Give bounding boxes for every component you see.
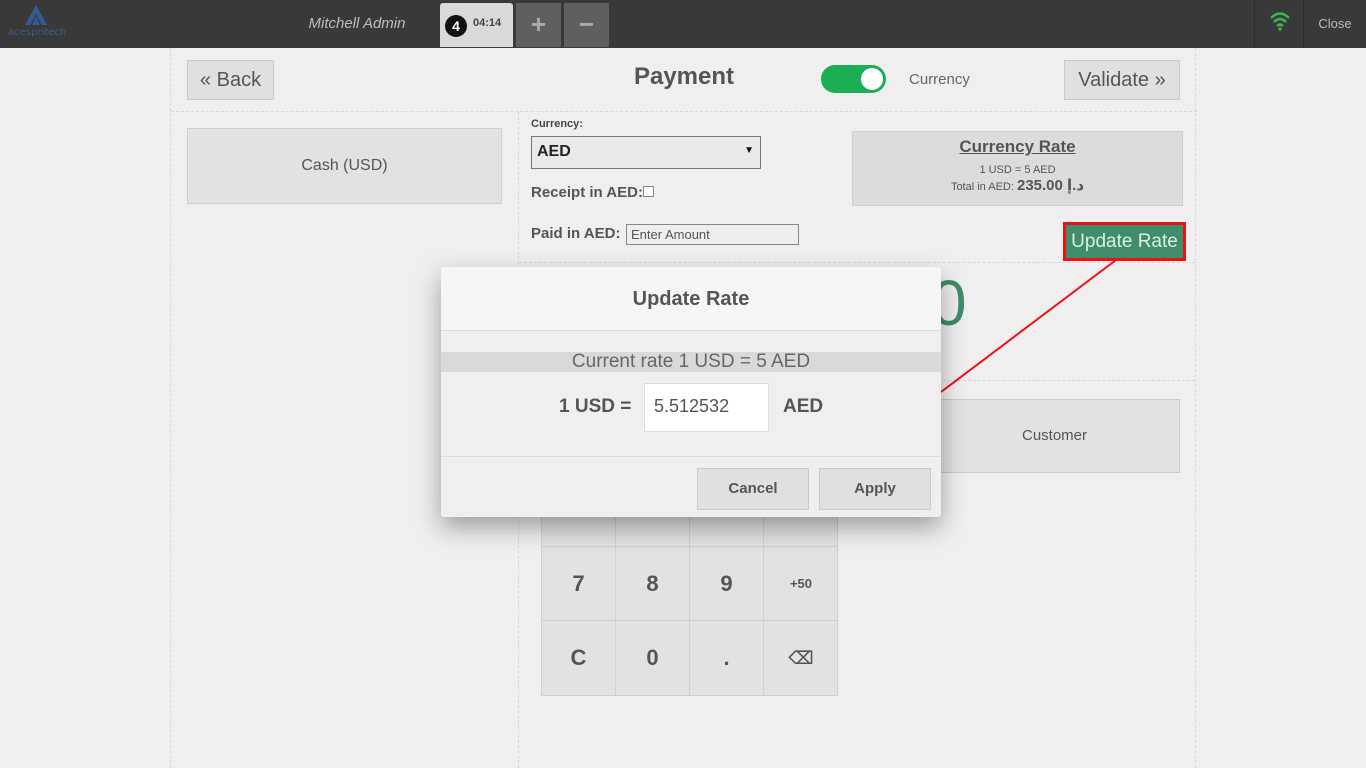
order-number-badge: 4 bbox=[445, 15, 467, 37]
dialog-footer: Cancel Apply bbox=[441, 456, 941, 517]
apply-button[interactable]: Apply bbox=[819, 468, 931, 510]
logo-icon bbox=[25, 5, 47, 25]
validate-button[interactable]: Validate » bbox=[1064, 60, 1180, 100]
toggle-knob bbox=[861, 68, 883, 90]
paid-amount-label: Paid in AED: bbox=[531, 225, 621, 242]
back-label: Back bbox=[216, 69, 262, 91]
numpad-key-dot[interactable]: . bbox=[690, 621, 764, 695]
currency-total: Total in AED: 235.00 د.إ bbox=[853, 176, 1182, 194]
currency-total-label: Total in AED: bbox=[950, 181, 1014, 193]
close-button[interactable]: Close bbox=[1304, 16, 1366, 31]
remove-order-button[interactable]: − bbox=[564, 3, 609, 47]
paid-amount-input[interactable]: Enter Amount bbox=[626, 224, 799, 245]
update-rate-dialog: Update Rate Current rate 1 USD = 5 AED 1… bbox=[441, 267, 941, 517]
numpad-key-clear[interactable]: C bbox=[542, 621, 616, 695]
currency-toggle[interactable] bbox=[821, 65, 886, 93]
numpad-key-9[interactable]: 9 bbox=[690, 547, 764, 621]
section-divider bbox=[519, 262, 1195, 263]
page-title: Payment bbox=[633, 63, 735, 90]
dialog-target-label: AED bbox=[783, 396, 824, 417]
receipt-currency-label: Receipt in AED: bbox=[531, 184, 643, 201]
currency-total-value: 235.00 د.إ bbox=[1016, 177, 1085, 194]
customer-button[interactable]: Customer bbox=[929, 399, 1180, 473]
backspace-icon[interactable]: ⌫ bbox=[764, 621, 838, 695]
currency-rate-title: Currency Rate bbox=[959, 137, 1076, 156]
order-tab[interactable]: 4 04:14 bbox=[440, 3, 513, 47]
numpad-key-plus50[interactable]: +50 bbox=[764, 547, 838, 621]
company-logo: acespritech bbox=[8, 3, 67, 43]
validate-label: Validate bbox=[1078, 69, 1150, 91]
currency-toggle-label: Currency bbox=[909, 71, 970, 88]
numpad-key-8[interactable]: 8 bbox=[616, 547, 690, 621]
double-chevron-right-icon: » bbox=[1154, 69, 1166, 91]
double-chevron-left-icon: « bbox=[199, 69, 212, 91]
currency-rate-line: 1 USD = 5 AED bbox=[979, 164, 1056, 176]
back-button[interactable]: « Back bbox=[187, 60, 274, 100]
top-bar: acespritech Mitchell Admin 4 04:14 + − C… bbox=[0, 0, 1366, 48]
rate-input[interactable]: 5.512532 bbox=[644, 383, 769, 432]
payment-header: « Back Payment Currency Validate » bbox=[171, 48, 1197, 112]
currency-selected: AED bbox=[537, 143, 571, 160]
numpad-key-7[interactable]: 7 bbox=[542, 547, 616, 621]
cashier-name[interactable]: Mitchell Admin bbox=[300, 15, 414, 32]
add-order-button[interactable]: + bbox=[516, 3, 561, 47]
dialog-title: Update Rate bbox=[441, 267, 941, 331]
dropdown-caret-icon: ▼ bbox=[744, 145, 754, 156]
payment-method-cash[interactable]: Cash (USD) bbox=[187, 128, 502, 204]
numpad-key-0[interactable]: 0 bbox=[616, 621, 690, 695]
wifi-status[interactable] bbox=[1254, 0, 1304, 48]
logo-text: acespritech bbox=[8, 27, 67, 38]
currency-rate-box: Currency Rate 1 USD = 5 AED Total in AED… bbox=[852, 131, 1183, 206]
cancel-button[interactable]: Cancel bbox=[697, 468, 809, 510]
dialog-current-rate: Current rate 1 USD = 5 AED bbox=[441, 352, 941, 372]
currency-select[interactable]: AED ▼ bbox=[531, 136, 761, 169]
order-time: 04:14 bbox=[473, 17, 502, 29]
dialog-base-label: 1 USD = bbox=[559, 396, 632, 417]
wifi-icon bbox=[1270, 12, 1290, 31]
receipt-currency-checkbox[interactable] bbox=[643, 186, 654, 197]
currency-label: Currency: bbox=[531, 118, 583, 130]
update-rate-button[interactable]: Update Rate bbox=[1063, 222, 1186, 261]
